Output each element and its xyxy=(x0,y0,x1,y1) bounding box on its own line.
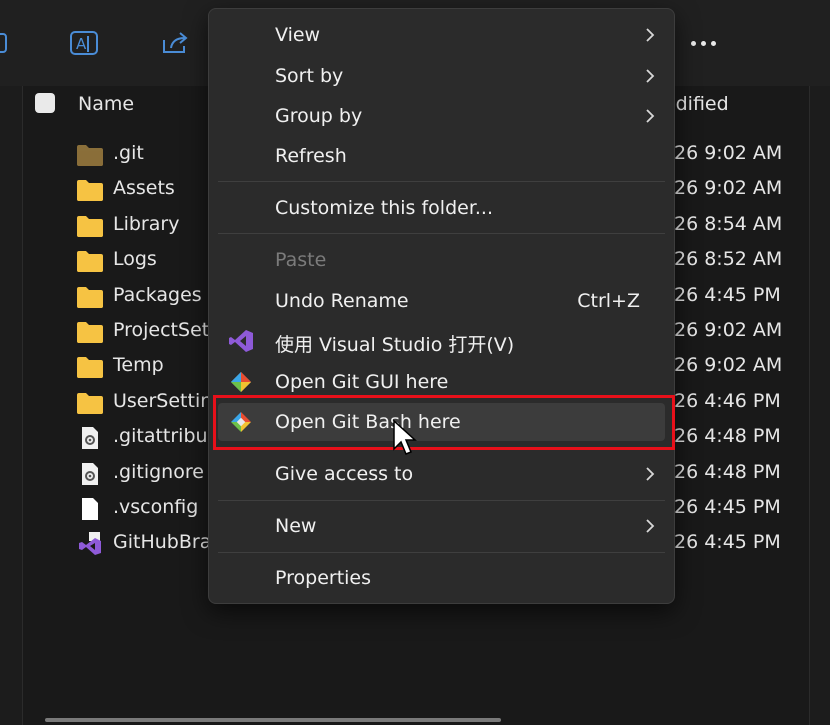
file-date-modified: 26 4:46 PM xyxy=(674,389,781,412)
file-name: Library xyxy=(113,212,180,235)
file-name: GitHubBra xyxy=(113,531,212,554)
shortcut-label: Ctrl+Z xyxy=(577,290,640,312)
menu-item-paste: Paste xyxy=(218,241,665,279)
file-date-modified: 26 9:02 AM xyxy=(674,142,783,164)
copy-icon[interactable] xyxy=(0,26,20,60)
menu-item-give-access-to[interactable]: Give access to xyxy=(218,455,665,493)
menu-separator xyxy=(218,181,665,182)
highlight-box xyxy=(213,395,675,450)
file-date-modified: 26 9:02 AM xyxy=(674,354,783,377)
file-date-modified: 26 4:45 PM xyxy=(674,496,781,518)
column-header-name[interactable]: Name xyxy=(78,93,134,115)
menu-item-properties[interactable]: Properties xyxy=(218,559,665,597)
chevron-right-icon xyxy=(646,69,655,83)
menu-item-open-visual-studio[interactable]: 使用 Visual Studio 打开(V) xyxy=(218,322,665,360)
menu-item-view[interactable]: View xyxy=(218,16,665,54)
file-name: .git xyxy=(113,142,144,164)
folder-icon xyxy=(76,320,104,344)
visual-studio-solution-icon xyxy=(76,532,104,556)
menu-item-label: Sort by xyxy=(275,65,344,87)
git-gui-icon xyxy=(231,372,251,392)
file-date-modified: 26 4:48 PM xyxy=(674,425,781,448)
file-name: .gitattribu xyxy=(113,425,208,448)
horizontal-scrollbar[interactable] xyxy=(45,718,501,722)
menu-item-label: View xyxy=(275,24,321,46)
menu-item-label: Customize this folder... xyxy=(275,197,494,219)
menu-item-refresh[interactable]: Refresh xyxy=(218,137,665,175)
chevron-right-icon xyxy=(646,28,655,42)
file-name: Packages xyxy=(113,283,202,306)
menu-item-customize-folder[interactable]: Customize this folder... xyxy=(218,189,665,227)
menu-separator xyxy=(218,233,665,234)
file-name: Temp xyxy=(113,354,164,377)
settings-file-icon xyxy=(76,462,104,486)
more-options-button[interactable] xyxy=(683,26,723,60)
settings-file-icon xyxy=(76,426,104,450)
menu-item-label: Refresh xyxy=(275,145,347,167)
menu-item-new[interactable]: New xyxy=(218,507,665,545)
folder-icon xyxy=(76,143,104,167)
mouse-cursor-icon xyxy=(393,419,417,455)
menu-item-undo-rename[interactable]: Undo Rename Ctrl+Z xyxy=(218,282,665,320)
menu-item-label: Paste xyxy=(275,249,327,271)
menu-item-label: Properties xyxy=(275,567,372,589)
file-name: ProjectSet xyxy=(113,319,210,341)
dot-icon xyxy=(690,40,696,46)
select-all-checkbox[interactable] xyxy=(35,93,55,113)
file-date-modified: 26 4:45 PM xyxy=(674,531,781,554)
file-name: Logs xyxy=(113,248,157,271)
menu-item-label: Group by xyxy=(275,105,363,127)
menu-item-label: 使用 Visual Studio 打开(V) xyxy=(275,334,515,356)
file-date-modified: 26 4:48 PM xyxy=(674,460,781,483)
share-icon[interactable] xyxy=(158,26,192,60)
menu-item-label: Undo Rename xyxy=(275,290,409,312)
menu-item-sort-by[interactable]: Sort by xyxy=(218,57,665,95)
folder-icon xyxy=(76,285,104,309)
folder-icon xyxy=(76,355,104,379)
folder-icon xyxy=(76,391,104,415)
file-name: UserSettir xyxy=(113,389,209,412)
file-date-modified: 26 4:45 PM xyxy=(674,283,781,306)
chevron-right-icon xyxy=(646,109,655,123)
dot-icon xyxy=(710,40,716,46)
context-menu: View Sort by Group by Refresh Customize … xyxy=(208,8,675,604)
folder-icon xyxy=(76,178,104,202)
folder-icon xyxy=(76,249,104,273)
folder-icon xyxy=(76,214,104,238)
dot-icon xyxy=(700,40,706,46)
svg-text:A: A xyxy=(76,35,87,53)
file-name: Assets xyxy=(113,177,175,200)
file-date-modified: 26 9:02 AM xyxy=(674,319,783,341)
menu-separator xyxy=(218,552,665,553)
menu-separator xyxy=(218,500,665,501)
file-icon xyxy=(76,497,104,521)
chevron-right-icon xyxy=(646,519,655,533)
file-name: .vsconfig xyxy=(113,496,199,518)
file-date-modified: 26 9:02 AM xyxy=(674,177,783,200)
menu-item-label: Open Git GUI here xyxy=(275,371,449,393)
menu-item-label: Give access to xyxy=(275,463,414,485)
translate-icon[interactable]: A xyxy=(67,26,101,60)
menu-item-group-by[interactable]: Group by xyxy=(218,97,665,135)
file-name: .gitignore xyxy=(113,460,204,483)
visual-studio-icon xyxy=(229,330,253,352)
file-date-modified: 26 8:52 AM xyxy=(674,248,783,271)
chevron-right-icon xyxy=(646,467,655,481)
menu-item-label: New xyxy=(275,515,317,537)
file-date-modified: 26 8:54 AM xyxy=(674,212,783,235)
